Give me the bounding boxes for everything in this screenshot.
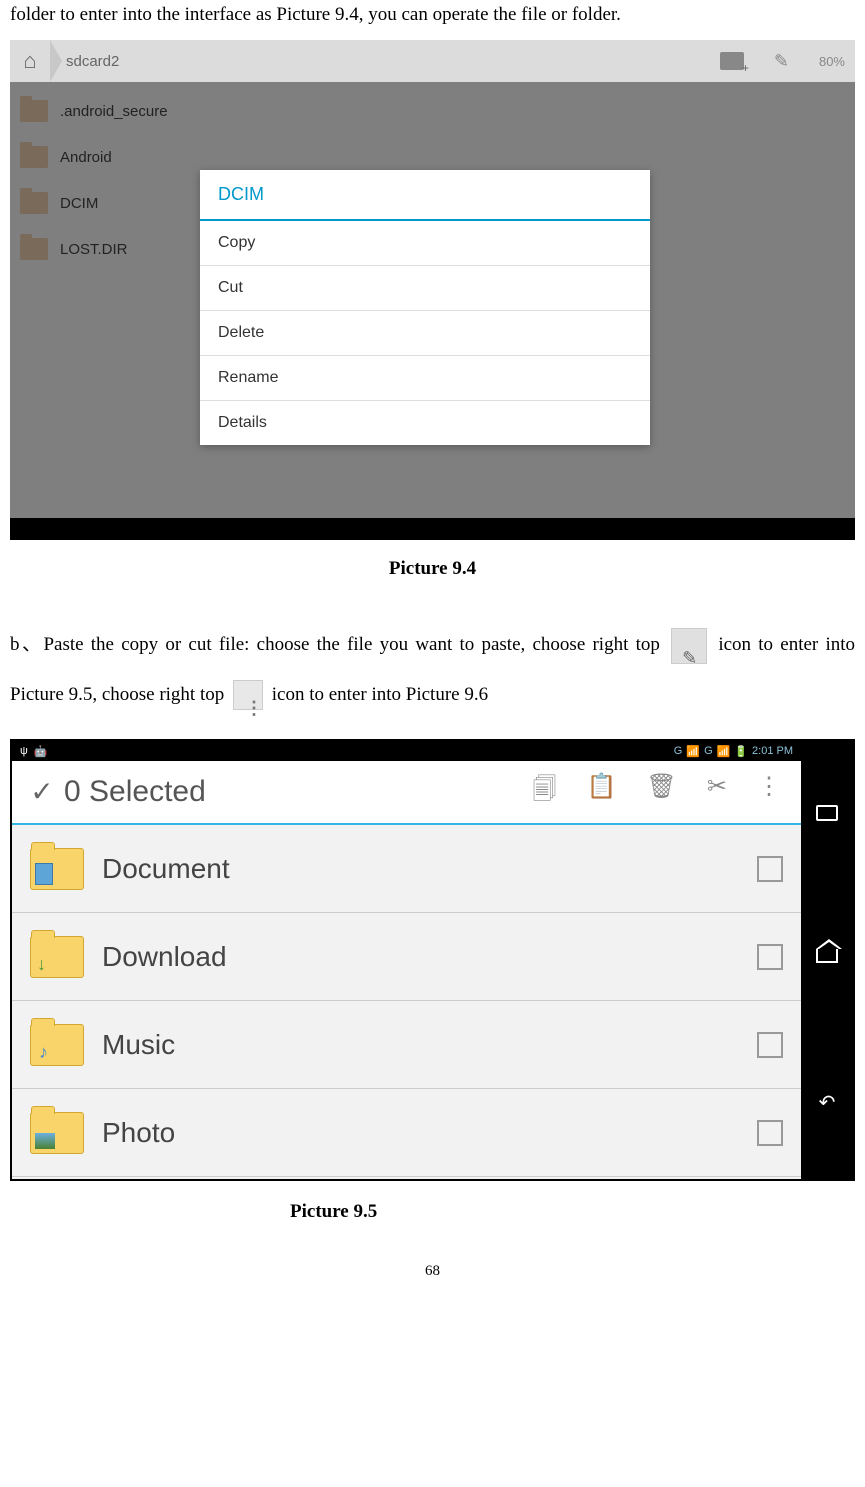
context-menu-delete[interactable]: Delete (200, 311, 650, 356)
home-icon[interactable] (816, 949, 838, 963)
folder-icon: ↓ (30, 936, 84, 978)
file-item[interactable]: .android_secure (20, 88, 845, 134)
breadcrumb-separator (50, 40, 62, 82)
folder-icon (30, 1112, 84, 1154)
paragraph-b: b、Paste the copy or cut file: choose the… (10, 620, 855, 719)
file-manager-topbar: ⌂ sdcard2 ✎ 80% (10, 40, 855, 82)
folder-list: Document ↓ Download ♪ Music Photo (12, 825, 801, 1179)
pencil-icon-inline (671, 628, 707, 664)
context-menu: DCIM Copy Cut Delete Rename Details (200, 170, 650, 445)
folder-icon (20, 238, 48, 260)
overflow-icon[interactable]: ⋮ (757, 772, 781, 813)
folder-icon (20, 100, 48, 122)
battery-indicator: 80% (819, 54, 845, 69)
context-menu-cut[interactable]: Cut (200, 266, 650, 311)
caption-9-5: Picture 9.5 (290, 1201, 855, 1223)
folder-icon (20, 146, 48, 168)
status-bar: ψ 🤖 G 📶 G 📶 🔋 2:01 PM (12, 741, 801, 761)
select-all-icon[interactable]: 🗐 (533, 772, 557, 813)
page-number: 68 (10, 1263, 855, 1280)
folder-icon (20, 192, 48, 214)
back-icon[interactable]: ↶ (819, 1090, 836, 1115)
delete-icon[interactable]: 🗑 (646, 772, 676, 813)
done-icon[interactable]: ✓ (20, 775, 64, 809)
network-type: G (674, 745, 683, 757)
overflow-icon-inline (233, 680, 263, 710)
clock: 2:01 PM (752, 745, 793, 757)
checkbox[interactable] (757, 1120, 783, 1146)
network-type: G (704, 745, 713, 757)
cut-icon[interactable]: ✂ (707, 772, 727, 813)
recent-apps-icon[interactable] (816, 805, 838, 821)
screenshot-9-4: ⌂ sdcard2 ✎ 80% .android_secure Android … (10, 40, 855, 540)
signal-icon: 📶 (717, 745, 731, 758)
selection-count: 0 Selected (64, 775, 533, 809)
list-item-label: Document (102, 853, 757, 885)
context-menu-copy[interactable]: Copy (200, 221, 650, 266)
checkbox[interactable] (757, 944, 783, 970)
new-folder-icon[interactable] (720, 52, 744, 70)
system-navbar: ↶ (801, 741, 853, 1179)
copy-icon[interactable]: 📋 (587, 772, 617, 813)
list-item[interactable]: ↓ Download (12, 913, 801, 1001)
home-icon[interactable]: ⌂ (10, 40, 50, 82)
context-menu-rename[interactable]: Rename (200, 356, 650, 401)
checkbox[interactable] (757, 856, 783, 882)
breadcrumb-path[interactable]: sdcard2 (66, 53, 119, 70)
list-item[interactable]: ♪ Music (12, 1001, 801, 1089)
edit-icon[interactable]: ✎ (774, 51, 789, 72)
screenshot-9-5: ψ 🤖 G 📶 G 📶 🔋 2:01 PM ✓ 0 Selected 🗐 📋 🗑… (10, 739, 855, 1181)
list-item-label: Photo (102, 1117, 757, 1149)
folder-icon (30, 848, 84, 890)
list-item[interactable]: Photo (12, 1089, 801, 1177)
list-item[interactable]: Document (12, 825, 801, 913)
checkbox[interactable] (757, 1032, 783, 1058)
context-menu-title: DCIM (200, 170, 650, 221)
signal-icon: 📶 (686, 745, 700, 758)
selection-header: ✓ 0 Selected 🗐 📋 🗑 ✂ ⋮ (12, 761, 801, 825)
intro-text: folder to enter into the interface as Pi… (10, 0, 855, 30)
usb-icon: ψ (20, 745, 28, 758)
caption-9-4: Picture 9.4 (10, 558, 855, 580)
battery-icon: 🔋 (734, 745, 748, 758)
list-item-label: Download (102, 941, 757, 973)
list-item-label: Music (102, 1029, 757, 1061)
folder-icon: ♪ (30, 1024, 84, 1066)
android-icon: 🤖 (34, 745, 48, 758)
context-menu-details[interactable]: Details (200, 401, 650, 445)
